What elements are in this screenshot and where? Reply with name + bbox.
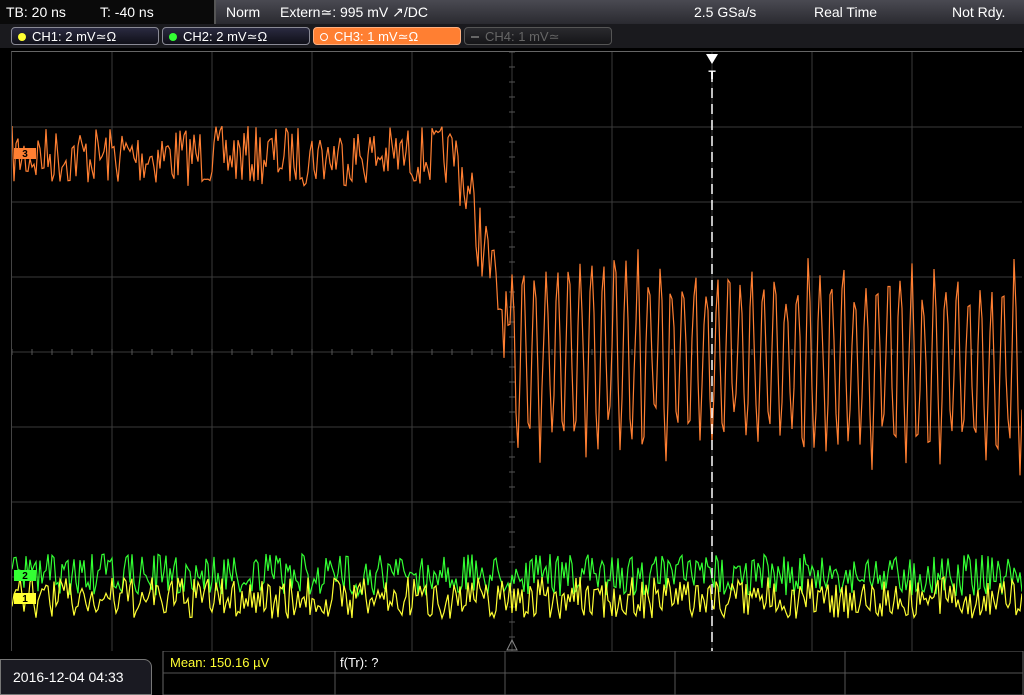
channel-1-label: CH1: 2 mV≃Ω <box>32 29 117 44</box>
trigger-mode-label[interactable]: Norm <box>226 4 260 20</box>
channel-3-label: CH3: 1 mV≃Ω <box>334 29 419 44</box>
channel-bar: CH1: 2 mV≃Ω CH2: 2 mV≃Ω CH3: 1 mV≃Ω CH4:… <box>0 24 1024 48</box>
channel-3-marker-label: 3 <box>22 149 28 160</box>
channel-2-trace <box>11 552 1023 598</box>
rise-time-measurement[interactable]: f(Tr): ? <box>340 655 379 670</box>
timebase-label: TB: 20 ns <box>6 4 66 20</box>
channel-3-button[interactable]: CH3: 1 mV≃Ω <box>313 27 461 45</box>
channel-4-off-icon <box>471 36 479 38</box>
acquisition-mode-label[interactable]: Real Time <box>814 4 877 20</box>
channel-2-marker-label: 2 <box>22 571 28 582</box>
waveform-plot: T 3 2 1 <box>11 51 1023 653</box>
channel-3-offset-marker[interactable]: 3 <box>14 148 36 160</box>
channel-2-label: CH2: 2 mV≃Ω <box>183 29 268 44</box>
status-bar: TB: 20 ns T: -40 ns Norm Extern≃: 995 mV… <box>0 0 1024 24</box>
measurement-table-grid <box>162 651 1024 695</box>
trigger-marker-label: T <box>708 68 716 82</box>
channel-3-dot-icon <box>320 33 328 41</box>
channel-1-dot-icon <box>18 33 26 41</box>
channel-2-dot-icon <box>169 33 177 41</box>
channel-4-button[interactable]: CH4: 1 mV≃ <box>464 27 612 45</box>
channel-2-button[interactable]: CH2: 2 mV≃Ω <box>162 27 310 45</box>
sample-rate-label[interactable]: 2.5 GSa/s <box>694 4 756 20</box>
channel-3-trace <box>11 125 1023 476</box>
status-label: Not Rdy. <box>952 4 1006 20</box>
channel-2-offset-marker[interactable]: 2 <box>14 570 36 582</box>
waveform-display[interactable]: T 3 2 1 <box>11 51 1023 653</box>
channel-1-marker-label: 1 <box>22 594 28 605</box>
trigger-time-label: T: -40 ns <box>100 4 154 20</box>
timebase-panel[interactable]: TB: 20 ns T: -40 ns <box>0 0 216 24</box>
channel-1-offset-marker[interactable]: 1 <box>14 593 36 605</box>
trigger-marker-icon[interactable] <box>706 54 718 64</box>
trigger-source-label[interactable]: Extern≃: 995 mV ↗/DC <box>280 4 428 20</box>
mean-measurement[interactable]: Mean: 150.16 µV <box>170 655 269 670</box>
measurement-bar: 2016-12-04 04:33 Mean: 150.16 µV f(Tr): … <box>0 651 1024 695</box>
channel-4-label: CH4: 1 mV≃ <box>485 29 560 44</box>
graticule <box>11 51 1022 653</box>
channel-1-button[interactable]: CH1: 2 mV≃Ω <box>11 27 159 45</box>
